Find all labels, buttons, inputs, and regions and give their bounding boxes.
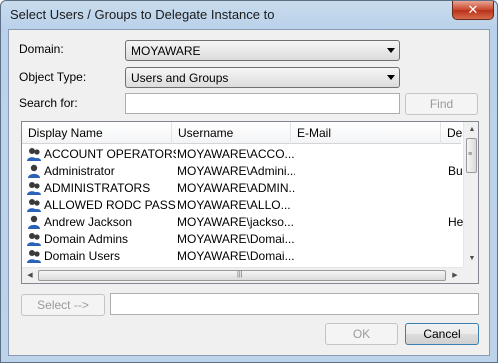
- user-icon: [26, 164, 42, 179]
- cell-email: [297, 248, 447, 265]
- cell-description: [448, 248, 464, 265]
- find-button[interactable]: Find: [405, 93, 478, 115]
- cell-email: [297, 146, 447, 163]
- object-type-dropdown[interactable]: Users and Groups: [125, 67, 400, 88]
- title-bar[interactable]: Select Users / Groups to Delegate Instan…: [1, 1, 497, 29]
- column-header-display-name[interactable]: Display Name: [22, 122, 172, 144]
- list-header: Display Name Username E-Mail Des: [22, 122, 463, 144]
- list-rows: ACCOUNT OPERATORS MOYAWARE\ACCO... Adminis…: [22, 146, 464, 265]
- ok-button[interactable]: OK: [325, 323, 398, 345]
- scroll-down-arrow-icon[interactable]: ▼: [464, 251, 478, 267]
- cell-description: Hea: [448, 215, 464, 229]
- dialog-client-area: Domain: MOYAWARE Object Type: Users and …: [8, 29, 490, 356]
- table-row[interactable]: ALLOWED RODC PASS... MOYAWARE\ALLO...: [22, 197, 461, 214]
- group-icon: [26, 147, 42, 162]
- grip-icon: |||: [237, 271, 243, 278]
- scroll-left-arrow-icon[interactable]: ◀: [22, 268, 38, 283]
- domain-dropdown[interactable]: MOYAWARE: [125, 40, 400, 61]
- cell-username: MOYAWARE\Domai...: [177, 232, 295, 246]
- cell-email: [297, 231, 447, 248]
- cell-username: MOYAWARE\ACCO...: [177, 147, 295, 161]
- scroll-right-arrow-icon[interactable]: ▶: [447, 268, 463, 283]
- column-header-email[interactable]: E-Mail: [291, 122, 441, 144]
- column-header-description[interactable]: Des: [441, 122, 463, 144]
- window-title: Select Users / Groups to Delegate Instan…: [10, 7, 275, 22]
- domain-value: MOYAWARE: [131, 44, 201, 58]
- cell-display-name: ALLOWED RODC PASS...: [44, 198, 176, 212]
- cell-description: [448, 146, 464, 163]
- table-row[interactable]: Andrew Jackson MOYAWARE\jackso... Hea: [22, 214, 464, 231]
- table-row[interactable]: Administrator MOYAWARE\Admini... Bui: [22, 163, 464, 180]
- cell-username: MOYAWARE\ALLO...: [177, 198, 291, 212]
- cell-email: [297, 180, 447, 197]
- cancel-button[interactable]: Cancel: [405, 323, 479, 345]
- user-icon: [26, 215, 42, 230]
- chevron-down-icon: [387, 75, 395, 80]
- vertical-scrollbar[interactable]: ▲ ≡ ▼: [463, 122, 478, 267]
- search-label: Search for:: [19, 96, 78, 110]
- cell-display-name: ACCOUNT OPERATORS: [44, 147, 176, 161]
- select-button[interactable]: Select -->: [21, 294, 105, 316]
- cell-description: [448, 197, 464, 214]
- cell-display-name: Domain Admins: [44, 232, 129, 246]
- domain-label: Domain:: [19, 42, 64, 56]
- group-icon: [26, 181, 42, 196]
- horizontal-scroll-thumb[interactable]: |||: [38, 270, 446, 281]
- object-type-value: Users and Groups: [131, 71, 229, 85]
- chevron-down-icon: [387, 48, 395, 53]
- group-icon: [26, 232, 42, 247]
- cell-display-name: Domain Users: [44, 249, 121, 263]
- grip-icon: ≡: [468, 151, 473, 158]
- table-row[interactable]: ADMINISTRATORS MOYAWARE\ADMIN...: [22, 180, 461, 197]
- cell-email: [297, 197, 447, 214]
- column-header-username[interactable]: Username: [172, 122, 291, 144]
- vertical-scroll-thumb[interactable]: ≡: [466, 138, 477, 173]
- close-icon: ✕: [467, 2, 479, 17]
- search-input[interactable]: [125, 93, 400, 114]
- cell-username: MOYAWARE\jackso...: [177, 215, 294, 229]
- cell-description: [448, 180, 464, 197]
- cell-description: [448, 231, 464, 248]
- scrollbar-corner: [463, 267, 478, 283]
- close-button[interactable]: ✕: [452, 1, 494, 20]
- table-row[interactable]: ACCOUNT OPERATORS MOYAWARE\ACCO...: [22, 146, 461, 163]
- cell-username: MOYAWARE\Domai...: [177, 249, 295, 263]
- selected-items-field[interactable]: [110, 293, 479, 315]
- cell-display-name: ADMINISTRATORS: [44, 181, 151, 195]
- table-row[interactable]: Domain Users MOYAWARE\Domai...: [22, 248, 461, 265]
- cell-email: [297, 214, 447, 231]
- cell-username: MOYAWARE\ADMIN...: [177, 181, 295, 195]
- cell-username: MOYAWARE\Admini...: [177, 164, 295, 178]
- object-type-label: Object Type:: [19, 70, 87, 84]
- table-row[interactable]: Domain Admins MOYAWARE\Domai...: [22, 231, 461, 248]
- dialog-window: Select Users / Groups to Delegate Instan…: [0, 0, 498, 363]
- cell-email: [297, 163, 447, 180]
- cell-display-name: Andrew Jackson: [44, 215, 133, 229]
- scroll-up-arrow-icon[interactable]: ▲: [464, 122, 478, 138]
- cell-description: Bui: [448, 164, 464, 178]
- cell-display-name: Administrator: [44, 164, 115, 178]
- group-icon: [26, 198, 42, 213]
- horizontal-scrollbar[interactable]: ◀ ||| ▶: [22, 267, 463, 283]
- users-list[interactable]: Display Name Username E-Mail Des ACCOUNT…: [21, 121, 479, 284]
- group-icon: [26, 249, 42, 264]
